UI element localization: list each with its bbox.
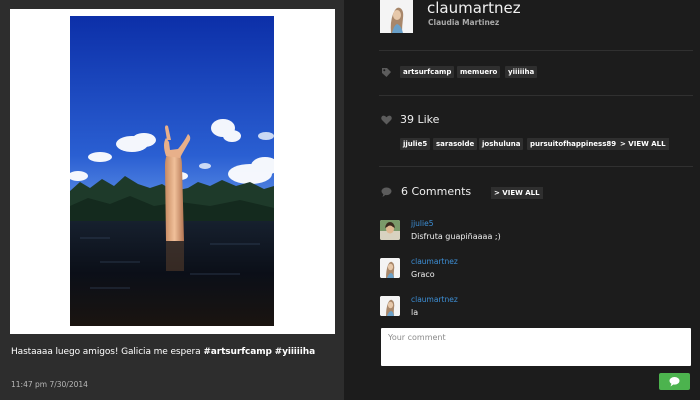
comment-input[interactable] [381,328,691,366]
caption-text: Hastaaaa luego amigos! Galicia me espera [11,347,204,357]
photo-frame [10,9,335,334]
post-panel: Hastaaaa luego amigos! Galicia me espera… [0,0,344,400]
like-user-chip[interactable]: jjulie5 [400,138,431,150]
comment-username[interactable]: claumartnez [411,257,458,266]
comment-text: Disfruta guapiñaaaa ;) [411,232,501,241]
tag-icon [382,68,391,77]
send-comment-button[interactable] [659,373,690,390]
author-full-name: Claudia Martinez [428,18,500,27]
comment-username[interactable]: jjulie5 [411,219,433,228]
author-avatar[interactable] [380,0,413,33]
comments-view-all-button[interactable]: > VIEW ALL [491,187,543,199]
commenter-avatar[interactable] [380,220,400,240]
post-photo[interactable] [70,16,274,326]
divider [379,50,693,51]
commenter-avatar[interactable] [380,258,400,278]
like-user-chip[interactable]: sarasolde [433,138,478,150]
commenter-avatar[interactable] [380,296,400,316]
likes-view-all-button[interactable]: > VIEW ALL [617,138,669,150]
tag-chip[interactable]: yiiiiiha [505,66,538,78]
divider [379,95,693,96]
likes-count: 39 Like [400,113,440,126]
comment-text: Graco [411,270,435,279]
chat-bubble-icon [669,377,680,387]
details-panel: claumartnez Claudia Martinez artsurfcamp… [345,0,700,400]
post-timestamp: 11:47 pm 7/30/2014 [11,380,88,389]
caption-hashtag[interactable]: #artsurfcamp [203,347,272,357]
like-user-chip[interactable]: joshuluna [479,138,524,150]
comments-count: 6 Comments [401,185,472,198]
divider [379,166,693,167]
tag-chip[interactable]: artsurfcamp [400,66,455,78]
author-username[interactable]: claumartnez [427,0,521,17]
tag-chip[interactable]: memuero [457,66,501,78]
caption-hashtag[interactable]: #yiiiiiha [275,347,316,357]
heart-icon[interactable] [381,115,392,125]
like-user-chip[interactable]: pursuitofhappiness89 [527,138,620,150]
comment-text: la [411,308,419,317]
post-caption: Hastaaaa luego amigos! Galicia me espera… [11,347,336,357]
speech-bubble-icon [381,187,392,197]
comment-username[interactable]: claumartnez [411,295,458,304]
